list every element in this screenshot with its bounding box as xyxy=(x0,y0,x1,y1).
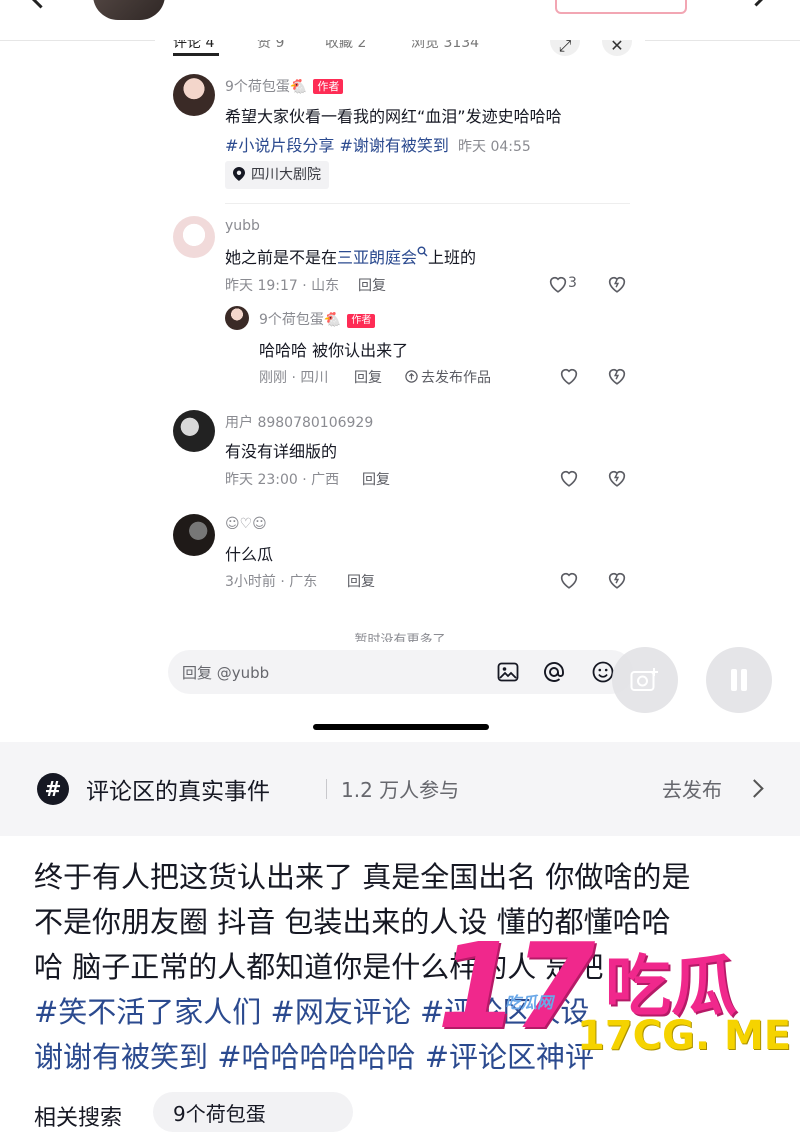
comment-text-part: 她之前是不是在 xyxy=(225,248,338,267)
author-avatar[interactable] xyxy=(173,74,215,116)
pause-icon xyxy=(741,669,747,691)
reply-avatar[interactable] xyxy=(225,306,249,330)
tab-views[interactable]: 浏览 3134 xyxy=(411,40,479,52)
comment-meta: 3小时前 · 广东 xyxy=(225,574,318,590)
reply-meta: 刚刚 · 四川 xyxy=(259,370,329,386)
commenter-username[interactable]: 用户 8980780106929 xyxy=(225,412,373,432)
location-tag[interactable]: 四川大剧院 xyxy=(225,161,329,189)
no-more-text: 暂时没有更多了 xyxy=(155,626,645,642)
reply-username[interactable]: 9个荷包蛋🐔 作者 xyxy=(259,309,376,329)
camera-add-icon xyxy=(630,668,658,691)
watermark-number: 17 xyxy=(437,917,595,1055)
like-icon[interactable] xyxy=(558,569,580,591)
related-search-label: 相关搜索 xyxy=(34,1106,123,1131)
share-icon[interactable] xyxy=(744,0,769,7)
expand-icon[interactable]: ⤢ xyxy=(550,40,580,56)
hashtag-link[interactable]: #谢谢有被笑到 xyxy=(340,136,449,155)
back-icon[interactable] xyxy=(28,0,53,9)
pause-icon xyxy=(731,669,737,691)
follow-button[interactable] xyxy=(555,0,687,14)
comment-panel: 评论 4 赞 9 收藏 2 浏览 3134 ⤢ ✕ 9个荷包蛋🐔 作者 希望大家伙… xyxy=(155,40,645,740)
tab-underline xyxy=(173,53,219,56)
commenter-avatar[interactable] xyxy=(173,514,215,556)
camera-add-button[interactable] xyxy=(612,647,678,713)
tab-favorites[interactable]: 收藏 2 xyxy=(325,40,366,52)
topic-separator xyxy=(326,779,327,799)
image-icon[interactable] xyxy=(496,660,520,684)
topic-publish-link[interactable]: 去发布 xyxy=(662,774,722,803)
close-icon[interactable]: ✕ xyxy=(602,40,632,56)
commenter-username[interactable]: yubb xyxy=(225,218,260,234)
reply-input-placeholder: 回复 @yubb xyxy=(182,664,270,682)
post-time: 昨天 04:55 xyxy=(458,139,531,155)
hashtag-icon: # xyxy=(37,773,69,805)
comment-text: 有没有详细版的 xyxy=(225,442,338,461)
search-link[interactable]: 三亚朗庭会 xyxy=(337,248,417,267)
author-name: 9个荷包蛋🐔 xyxy=(225,79,308,95)
author-badge: 作者 xyxy=(347,314,376,328)
reply-button[interactable]: 回复 xyxy=(358,275,386,295)
like-icon[interactable] xyxy=(547,273,569,295)
comment-text-part: 上班的 xyxy=(428,248,477,267)
reply-input[interactable]: 回复 @yubb xyxy=(168,650,633,694)
caption-line: 终于有人把这货认出来了 真是全国出名 你做啥的是 xyxy=(34,860,691,894)
author-post-text: 希望大家伙看一看我的网红“血泪”发迹史哈哈哈 xyxy=(225,107,562,126)
author-username[interactable]: 9个荷包蛋🐔 作者 xyxy=(225,76,344,96)
no-more-label: 暂时没有更多了 xyxy=(354,633,446,642)
watermark-site: 17CG. ME xyxy=(577,1013,792,1059)
panel-tabs: 评论 4 赞 9 收藏 2 浏览 3134 ⤢ ✕ xyxy=(155,40,645,58)
publish-work-button[interactable]: 去发布作品 xyxy=(405,367,491,387)
pause-button[interactable] xyxy=(706,647,772,713)
dislike-icon[interactable] xyxy=(606,273,628,295)
reply-button[interactable]: 回复 xyxy=(354,367,382,387)
dislike-icon[interactable] xyxy=(606,467,628,489)
related-search-pill[interactable]: 9个荷包蛋 xyxy=(153,1092,353,1132)
dislike-icon[interactable] xyxy=(606,365,628,387)
like-icon[interactable] xyxy=(558,467,580,489)
dislike-icon[interactable] xyxy=(606,569,628,591)
home-indicator xyxy=(313,724,489,730)
comment-meta: 昨天 23:00 · 广西 xyxy=(225,472,340,488)
comment-meta: 昨天 19:17 · 山东 xyxy=(225,278,340,294)
commenter-username[interactable]: ☺︎♡︎☺︎ xyxy=(225,516,267,532)
profile-avatar[interactable] xyxy=(93,0,165,20)
topic-title: 评论区的真实事件 xyxy=(86,779,270,805)
search-icon xyxy=(417,246,428,257)
reply-button[interactable]: 回复 xyxy=(362,469,390,489)
divider xyxy=(225,203,630,204)
like-icon[interactable] xyxy=(558,365,580,387)
reply-author-name: 9个荷包蛋🐔 xyxy=(259,312,342,328)
commenter-avatar[interactable] xyxy=(173,410,215,452)
hashtag-link[interactable]: #小说片段分享 xyxy=(225,136,334,155)
publish-work-label: 去发布作品 xyxy=(421,370,491,386)
reply-text: 哈哈哈 被你认出来了 xyxy=(259,341,409,360)
watermark-bubble: 吃瓜网 xyxy=(505,993,554,1012)
top-bar xyxy=(0,0,800,41)
upload-circle-icon xyxy=(405,370,418,383)
watermark-logo: 17 吃瓜 吃瓜网 17CG. ME xyxy=(427,917,800,1065)
location-label: 四川大剧院 xyxy=(251,167,321,183)
reply-button[interactable]: 回复 xyxy=(347,571,375,591)
comment-text: 什么瓜 xyxy=(225,545,274,564)
comment-text: 她之前是不是在三亚朗庭会 上班的 xyxy=(225,244,476,268)
topic-participants: 1.2 万人参与 xyxy=(341,778,460,802)
chevron-right-icon xyxy=(745,779,764,798)
tab-comments[interactable]: 评论 4 xyxy=(173,40,214,52)
commenter-avatar[interactable] xyxy=(173,216,215,258)
tab-likes[interactable]: 赞 9 xyxy=(257,40,284,52)
location-pin-icon xyxy=(233,167,245,181)
author-badge: 作者 xyxy=(313,79,344,94)
mention-icon[interactable] xyxy=(542,660,566,684)
author-post-meta: #小说片段分享 #谢谢有被笑到 昨天 04:55 xyxy=(225,132,531,156)
like-count: 3 xyxy=(568,275,577,291)
topic-bar[interactable]: # 评论区的真实事件 1.2 万人参与 去发布 xyxy=(0,742,800,836)
